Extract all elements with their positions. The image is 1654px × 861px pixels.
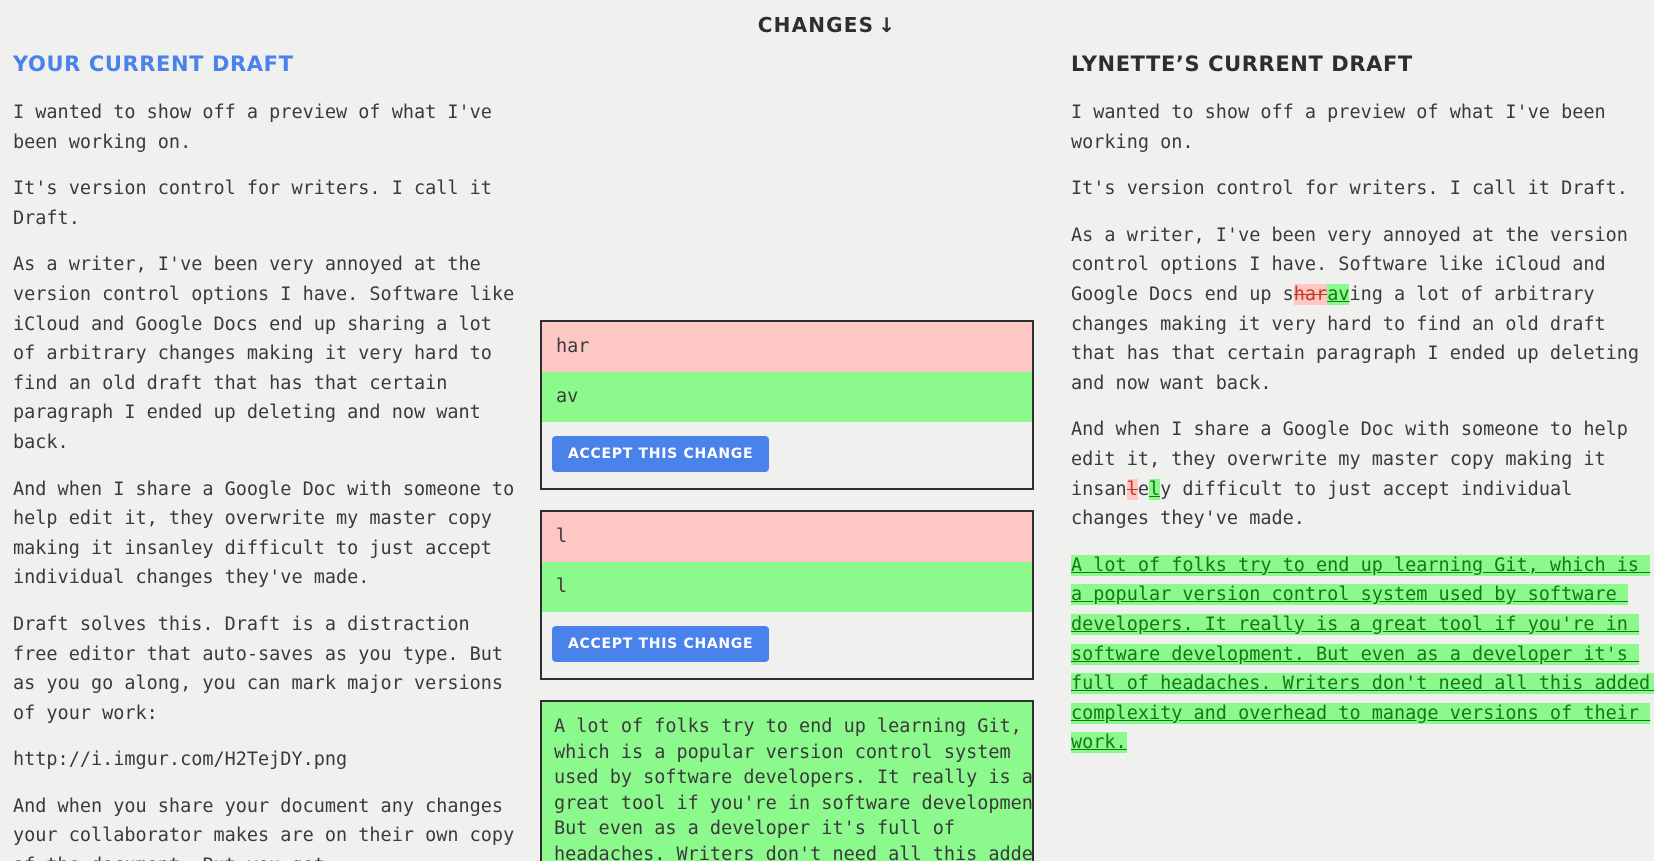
right-paragraph-2: It's version control for writers. I call… <box>1071 174 1654 204</box>
change-card-2-removed: l <box>542 512 1032 562</box>
right-paragraph-3: As a writer, I've been very annoyed at t… <box>1071 221 1654 399</box>
left-paragraph-6: And when you share your document any cha… <box>13 792 521 861</box>
change-card-2-added: l <box>542 562 1032 612</box>
left-image-url: http://i.imgur.com/H2TejDY.png <box>13 745 521 775</box>
change-card-1-removed: har <box>542 322 1032 372</box>
right-p4-middle: e <box>1138 479 1149 500</box>
right-p4-inserted: l <box>1149 479 1160 500</box>
lynettes-draft-title: LYNETTE’S CURRENT DRAFT <box>1071 52 1654 76</box>
your-draft-title: YOUR CURRENT DRAFT <box>13 52 521 76</box>
left-paragraph-5: Draft solves this. Draft is a distractio… <box>13 610 521 728</box>
right-p4-deleted: l <box>1127 479 1138 500</box>
change-card-1-actions: ACCEPT THIS CHANGE <box>542 422 1032 488</box>
accept-change-button-2[interactable]: ACCEPT THIS CHANGE <box>552 626 769 662</box>
right-p3-inserted: av <box>1327 284 1349 305</box>
left-paragraph-4: And when I share a Google Doc with someo… <box>13 475 521 593</box>
left-paragraph-3: As a writer, I've been very annoyed at t… <box>13 250 521 457</box>
change-card-2: l l ACCEPT THIS CHANGE <box>540 510 1034 680</box>
left-paragraph-2: It's version control for writers. I call… <box>13 174 521 233</box>
changes-column: har av ACCEPT THIS CHANGE l l ACCEPT THI… <box>540 52 1034 861</box>
changes-page: CHANGES↓ YOUR CURRENT DRAFT I wanted to … <box>0 0 1654 861</box>
accept-change-button-1[interactable]: ACCEPT THIS CHANGE <box>552 436 769 472</box>
change-card-1: har av ACCEPT THIS CHANGE <box>540 320 1034 490</box>
your-current-draft-column: YOUR CURRENT DRAFT I wanted to show off … <box>13 52 521 861</box>
right-paragraph-5: A lot of folks try to end up learning Gi… <box>1071 551 1654 758</box>
three-column-diff: YOUR CURRENT DRAFT I wanted to show off … <box>0 0 1654 861</box>
right-p5-inserted: A lot of folks try to end up learning Gi… <box>1071 555 1654 754</box>
change-card-1-added: av <box>542 372 1032 422</box>
right-paragraph-4: And when I share a Google Doc with someo… <box>1071 415 1654 533</box>
right-paragraph-1: I wanted to show off a preview of what I… <box>1071 98 1654 157</box>
change-card-2-actions: ACCEPT THIS CHANGE <box>542 612 1032 678</box>
right-p3-deleted: har <box>1294 284 1327 305</box>
lynettes-current-draft-column: LYNETTE’S CURRENT DRAFT I wanted to show… <box>1071 52 1654 861</box>
change-card-3: A lot of folks try to end up learning Gi… <box>540 700 1034 861</box>
change-card-3-added: A lot of folks try to end up learning Gi… <box>542 702 1032 861</box>
left-paragraph-1: I wanted to show off a preview of what I… <box>13 98 521 157</box>
